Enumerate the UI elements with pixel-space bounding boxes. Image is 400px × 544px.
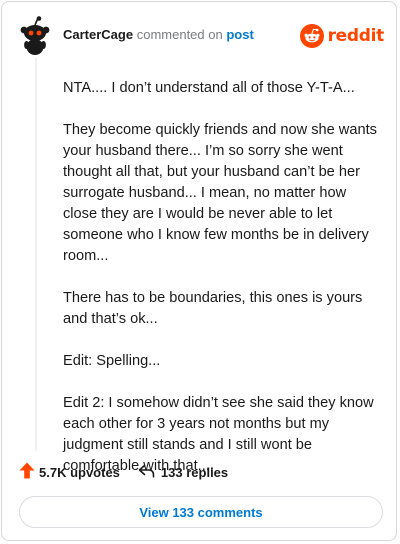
username-link[interactable]: CarterCage [63,27,133,42]
upvote-count: 5.7K upvotes [39,464,120,480]
comment-meta: CarterCage commented on post [63,27,254,43]
comment-paragraph: Edit: Spelling... [63,353,161,369]
action-text: commented on [136,27,223,42]
upvote-button[interactable]: 5.7K upvotes [19,462,120,482]
comment-body: NTA.... I don’t understand all of those … [63,78,381,477]
post-link[interactable]: post [226,27,253,42]
upvote-arrow-icon [19,462,39,482]
view-comments-button[interactable]: View 133 comments [19,496,383,528]
comment-paragraph: There has to be boundaries, this ones is… [63,290,363,327]
comment-paragraph: They become quickly friends and now she … [63,122,377,264]
comment-header: CarterCage commented on post reddit [18,16,384,56]
reply-arrow-icon [138,464,161,481]
comment-actions: 5.7K upvotes 133 replies [19,461,228,483]
reddit-logo-icon [299,24,324,48]
comment-paragraph: NTA.... I don’t understand all of those … [63,80,355,96]
replies-button[interactable]: 133 replies [138,464,228,481]
snoo-avatar-icon[interactable] [18,16,52,56]
reddit-brand[interactable]: reddit [299,23,385,49]
reddit-wordmark: reddit [327,26,385,46]
comment-card: CarterCage commented on post reddit NTA.… [1,1,397,541]
thread-line[interactable] [35,58,37,451]
replies-count: 133 replies [160,464,229,480]
